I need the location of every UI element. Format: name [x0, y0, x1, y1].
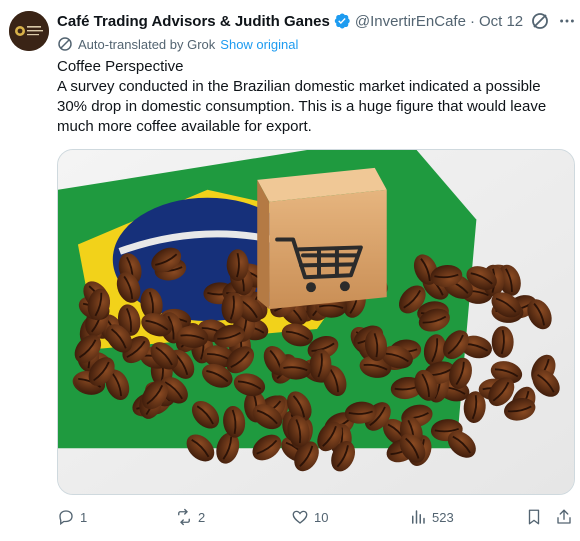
more-icon[interactable] [557, 11, 577, 31]
show-original-link[interactable]: Show original [220, 37, 298, 52]
tweet-header: Café Trading Advisors & Judith Ganes @In… [57, 10, 523, 32]
avatar[interactable] [9, 11, 49, 51]
reply-count: 1 [80, 509, 88, 525]
like-count: 10 [314, 509, 329, 525]
translation-notice: Auto-translated by Grok Show original [57, 35, 298, 53]
tweet-card[interactable]: Café Trading Advisors & Judith Ganes @In… [0, 0, 580, 541]
separator-dot: · [469, 12, 475, 30]
bookmark-button[interactable] [525, 506, 543, 528]
repost-button[interactable]: 2 [175, 506, 205, 528]
tweet-text-title: Coffee Perspective [57, 58, 184, 75]
repost-count: 2 [198, 509, 206, 525]
heart-icon [292, 510, 308, 524]
author-display-name[interactable]: Café Trading Advisors & Judith Ganes [57, 13, 330, 30]
views-count: 523 [432, 509, 454, 525]
translation-label: Auto-translated by Grok [78, 36, 216, 52]
like-button[interactable]: 10 [291, 506, 328, 528]
author-handle[interactable]: @InvertirEnCafe [355, 13, 466, 30]
translate-icon [58, 37, 72, 51]
views-icon [412, 510, 425, 524]
verified-badge-icon [333, 12, 351, 30]
bookmark-icon [528, 509, 540, 525]
tweet-date[interactable]: Oct 12 [479, 13, 523, 30]
repost-icon [178, 508, 190, 526]
action-bar: 1 2 10 523 [57, 506, 577, 528]
views-button[interactable]: 523 [409, 506, 454, 528]
reply-icon [59, 510, 73, 526]
tweet-image[interactable] [57, 149, 575, 495]
share-button[interactable] [555, 506, 573, 528]
grok-icon[interactable] [530, 11, 550, 31]
tweet-text-body: A survey conducted in the Brazilian dome… [57, 78, 547, 135]
tweet-text: Coffee Perspective A survey conducted in… [57, 57, 572, 137]
share-icon [557, 509, 571, 524]
reply-button[interactable]: 1 [57, 506, 87, 528]
